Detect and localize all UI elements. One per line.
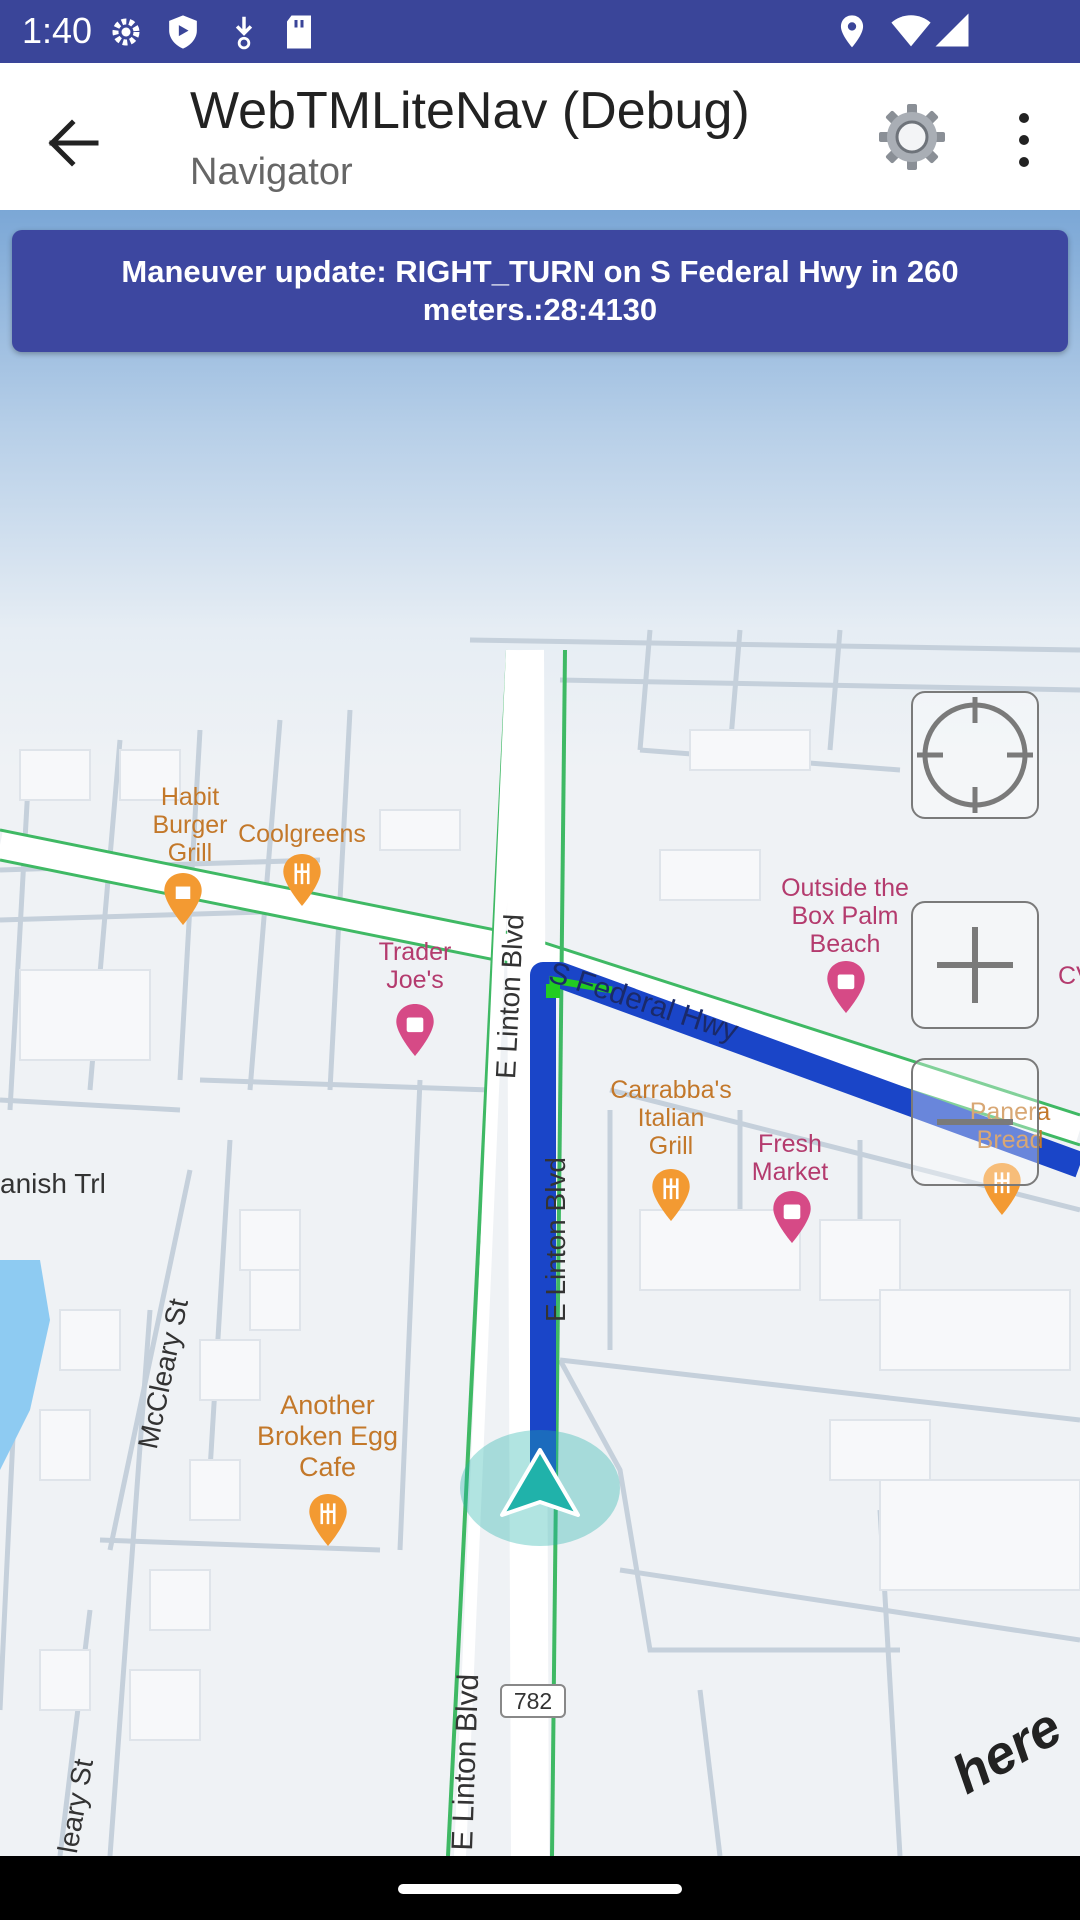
app-bar: WebTMLiteNav (Debug) Navigator [0,63,1080,211]
route-shield: 782 [500,1684,566,1718]
poi-label: Fresh Market [751,1130,829,1186]
back-arrow-icon[interactable] [34,103,114,183]
restaurant-pin-icon[interactable] [307,1493,349,1547]
poi-label: Habit Burger Grill [152,783,228,867]
restaurant-pin-icon[interactable] [650,1168,692,1222]
poi-label: Trader Joe's [378,938,452,994]
shopping-pin-icon[interactable] [394,1003,436,1057]
shopping-pin-icon[interactable] [825,960,867,1014]
zoom-in-button[interactable] [911,901,1039,1029]
recenter-icon [917,697,1033,813]
maneuver-banner: Maneuver update: RIGHT_TURN on S Federal… [12,230,1068,352]
street-label-linton-lower: E Linton Blvd [446,1673,486,1852]
poi-label: CV [1058,962,1080,990]
more-vert-icon[interactable] [1000,108,1048,172]
restaurant-pin-icon[interactable] [162,872,204,926]
recenter-button[interactable] [911,691,1039,819]
app-subtitle: Navigator [190,151,353,193]
shopping-pin-icon[interactable] [771,1190,813,1244]
gear-icon[interactable] [876,101,948,173]
download-icon [235,16,253,50]
system-nav-bar [0,1856,1080,1920]
street-label-linton-route: E Linton Blvd [540,1157,571,1322]
poi-label: Carrabba's Italian Grill [610,1076,732,1160]
shield-icon [169,15,197,49]
status-time: 1:40 [22,10,93,51]
zoom-out-button[interactable] [911,1058,1039,1186]
app-title: WebTMLiteNav (Debug) [190,82,750,140]
zoom-in-icon [937,927,1013,1003]
settings-icon [112,18,140,46]
map-canvas [0,629,1080,1856]
street-label-spanish: anish Trl [0,1168,106,1199]
location-icon [840,15,864,48]
home-gesture-pill[interactable] [398,1884,682,1894]
poi-label: Another Broken Egg Cafe [256,1390,399,1482]
sd-card-icon [287,15,311,49]
status-bar: 1:40 [0,0,1080,63]
map-view[interactable]: E Linton Blvd E Linton Blvd E Linton Blv… [0,210,1080,1856]
poi-label: Outside the Box Palm Beach [781,874,909,958]
restaurant-pin-icon[interactable] [281,853,323,907]
signal-icon [935,13,969,47]
wifi-icon [891,15,931,47]
zoom-out-icon [937,1119,1013,1125]
poi-label: Coolgreens [238,820,366,848]
